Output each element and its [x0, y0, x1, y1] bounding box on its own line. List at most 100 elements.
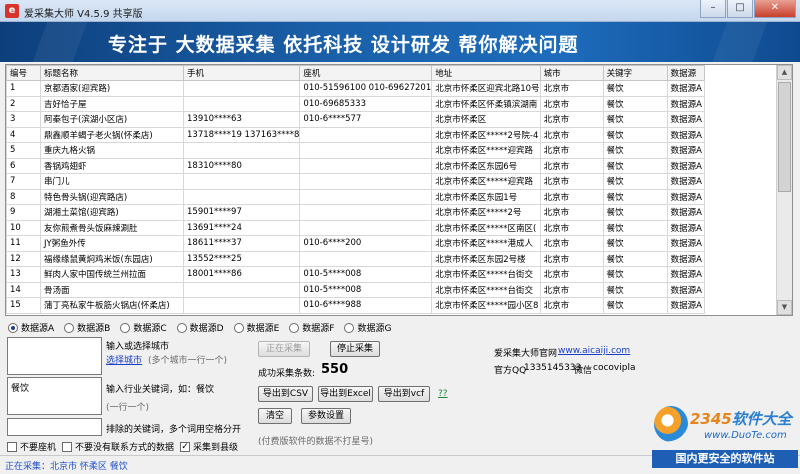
column-header[interactable]: 数据源	[666, 65, 705, 81]
column-header[interactable]: 编号	[6, 65, 41, 81]
radio-dot-icon[interactable]	[120, 322, 131, 333]
scroll-down-icon[interactable]: ▼	[777, 300, 792, 315]
column-header[interactable]: 地址	[431, 65, 541, 81]
table-cell: 餐饮	[602, 204, 668, 221]
table-cell: 鲜肉人家中国传统兰州拉面	[40, 266, 184, 283]
table-row[interactable]: 3 阿秦包子(滨湖小区店) 13910****63 010-6****577 北京市怀柔…	[6, 111, 705, 128]
checkbox-box[interactable]: ✓	[180, 441, 190, 452]
table-cell: 餐饮	[602, 111, 668, 128]
minimize-button[interactable]: –	[700, 0, 726, 18]
keyword-prompt: 输入行业关键词，如：餐饮	[106, 385, 215, 395]
settings-button[interactable]: 参数设置	[301, 408, 351, 424]
export-vcf-button[interactable]: 导出到vcf	[378, 386, 430, 402]
exclude-keyword-input[interactable]	[7, 418, 102, 436]
table-row[interactable]: 13 鲜肉人家中国传统兰州拉面 18001****86 010-5****008 北京市…	[6, 266, 705, 283]
data-source-radio[interactable]: 数据源A	[8, 321, 54, 334]
select-city-link[interactable]: 选择城市	[106, 353, 142, 366]
table-cell: 餐饮	[602, 95, 668, 112]
radio-dot-icon[interactable]	[344, 322, 355, 333]
no-phone-checkbox[interactable]: 不要座机	[7, 440, 56, 453]
table-row[interactable]: 11 JY粥鱼外传 18611****37 010-6****200 北京市怀柔区***…	[6, 235, 705, 252]
data-source-radio[interactable]: 数据源G	[344, 321, 391, 334]
watermark-url: www.DuoTe.com	[704, 430, 787, 441]
table-cell: 餐饮	[602, 297, 668, 314]
table-cell	[299, 173, 433, 190]
table-row[interactable]: 6 香锅鸡翅虾 18310****80 北京市怀柔区东园6号 北京市 餐饮 数据源A	[6, 157, 705, 174]
column-header[interactable]: 手机	[182, 65, 301, 81]
column-header[interactable]: 标题名称	[40, 65, 184, 81]
city-input[interactable]	[7, 337, 102, 375]
maximize-button[interactable]: □	[727, 0, 753, 18]
column-header[interactable]: 关键字	[602, 65, 668, 81]
table-cell: 餐饮	[602, 219, 668, 236]
scroll-thumb[interactable]	[778, 82, 791, 192]
help-link[interactable]: ??	[438, 389, 448, 399]
banner-slogan: 专注于 大数据采集 依托科技 设计研发 帮你解决问题	[108, 34, 579, 56]
data-source-radio[interactable]: 数据源F	[289, 321, 334, 334]
grid-scrollbar[interactable]: ▲ ▼	[776, 65, 792, 315]
radio-dot-icon[interactable]	[64, 322, 75, 333]
paid-note: (付费版软件的数据不打星号)	[258, 437, 374, 447]
table-row[interactable]: 12 福缘缘鼠黄焖鸡米饭(东园店) 13552****25 北京市怀柔区东园2号楼 北京…	[6, 250, 705, 267]
table-cell	[182, 297, 301, 314]
data-source-label: 数据源B	[77, 324, 111, 334]
data-source-radio[interactable]: 数据源D	[176, 321, 224, 334]
data-source-radio[interactable]: 数据源B	[64, 321, 110, 334]
site-link[interactable]: www.aicaiji.com	[558, 346, 630, 356]
radio-dot-icon[interactable]	[176, 322, 187, 333]
table-row[interactable]: 9 湖湘土菜馆(迎宾路) 15901****97 北京市怀柔区*****2号 北京市 餐饮…	[6, 204, 705, 221]
table-cell: 13691****24	[182, 219, 301, 236]
radio-dot-icon[interactable]	[233, 322, 244, 333]
table-row[interactable]: 1 京都酒家(迎宾路) 010-51596100 010-69627201 北京市怀柔…	[6, 80, 705, 97]
table-cell	[299, 219, 433, 236]
keyword-hint: (一行一个)	[106, 403, 150, 413]
table-cell: 4	[6, 126, 41, 143]
table-row[interactable]: 5 重庆九格火锅 北京市怀柔区*****迎宾路 北京市 餐饮 数据源A	[6, 142, 705, 159]
stop-button[interactable]: 停止采集	[330, 341, 380, 357]
watermark-logo: 2345软件大全	[690, 410, 792, 428]
data-source-radio[interactable]: 数据源E	[233, 321, 279, 334]
table-cell	[299, 126, 433, 143]
table-cell: 北京市	[539, 173, 604, 190]
table-cell: 数据源A	[666, 142, 705, 159]
table-cell: 北京市	[539, 281, 604, 298]
table-cell: 北京市怀柔区东园1号	[431, 188, 541, 205]
radio-dot-icon[interactable]	[8, 322, 18, 333]
table-cell: 香锅鸡翅虾	[40, 157, 184, 174]
table-cell: 数据源A	[666, 188, 705, 205]
checkbox-box[interactable]	[62, 441, 72, 452]
table-cell: 北京市	[539, 266, 604, 283]
scroll-up-icon[interactable]: ▲	[777, 65, 792, 80]
table-cell: 11	[6, 235, 41, 252]
table-row[interactable]: 10 友你煎煮骨头饭麻辣涮肚 13691****24 北京市怀柔区*****区南区(北…	[6, 219, 705, 236]
table-row[interactable]: 15 蒲丁亮私家牛板筋火锅店(怀柔店) 010-6****988 北京市怀柔区****…	[6, 297, 705, 314]
checkbox-box[interactable]	[7, 441, 17, 452]
table-cell: 北京市怀柔区*****台街交	[431, 281, 541, 298]
table-row[interactable]: 8 特色骨头锅(迎宾路店) 北京市怀柔区东园1号 北京市 餐饮 数据源A	[6, 188, 705, 205]
table-row[interactable]: 2 吉好恰子屋 010-69685333 北京市怀柔区怀柔镇滨湖南 北京市 餐饮 数据源A	[6, 95, 705, 112]
no-phone-label: 不要座机	[20, 443, 57, 453]
header-banner: 专注于 大数据采集 依托科技 设计研发 帮你解决问题	[0, 22, 800, 62]
data-source-radio[interactable]: 数据源C	[120, 321, 167, 334]
city-prompt: 输入或选择城市	[106, 342, 170, 352]
radio-dot-icon[interactable]	[289, 322, 300, 333]
collecting-button[interactable]: 正在采集	[258, 341, 310, 357]
table-cell: 15	[6, 297, 41, 314]
keyword-input[interactable]: 餐饮	[7, 377, 102, 415]
results-table: 编号 标题名称 手机 座机 地址 城市 关键字 数据源 1 京都酒家(迎宾路) 010-51596…	[6, 65, 705, 314]
close-button[interactable]: ✕	[754, 0, 796, 18]
column-header[interactable]: 城市	[539, 65, 604, 81]
watermark-logo-icon	[654, 406, 688, 442]
table-cell: 3	[6, 111, 41, 128]
table-row[interactable]: 4 鼎鑫顺羊蝎子老火锅(怀柔店) 13718****19 137163****8 北京…	[6, 126, 705, 143]
export-csv-button[interactable]: 导出到CSV	[258, 386, 313, 402]
no-contact-checkbox[interactable]: 不要没有联系方式的数据	[62, 440, 174, 453]
column-header[interactable]: 座机	[299, 65, 433, 81]
clear-button[interactable]: 清空	[258, 408, 292, 424]
table-row[interactable]: 14 骨汤面 010-5****008 北京市怀柔区*****台街交 北京市 餐饮 数据源A	[6, 281, 705, 298]
export-excel-button[interactable]: 导出到Excel	[318, 386, 373, 402]
table-cell	[299, 142, 433, 159]
county-checkbox[interactable]: ✓ 采集到县级	[180, 440, 238, 453]
table-row[interactable]: 7 串门儿 北京市怀柔区*****迎宾路 北京市 餐饮 数据源A	[6, 173, 705, 190]
table-cell: 7	[6, 173, 41, 190]
